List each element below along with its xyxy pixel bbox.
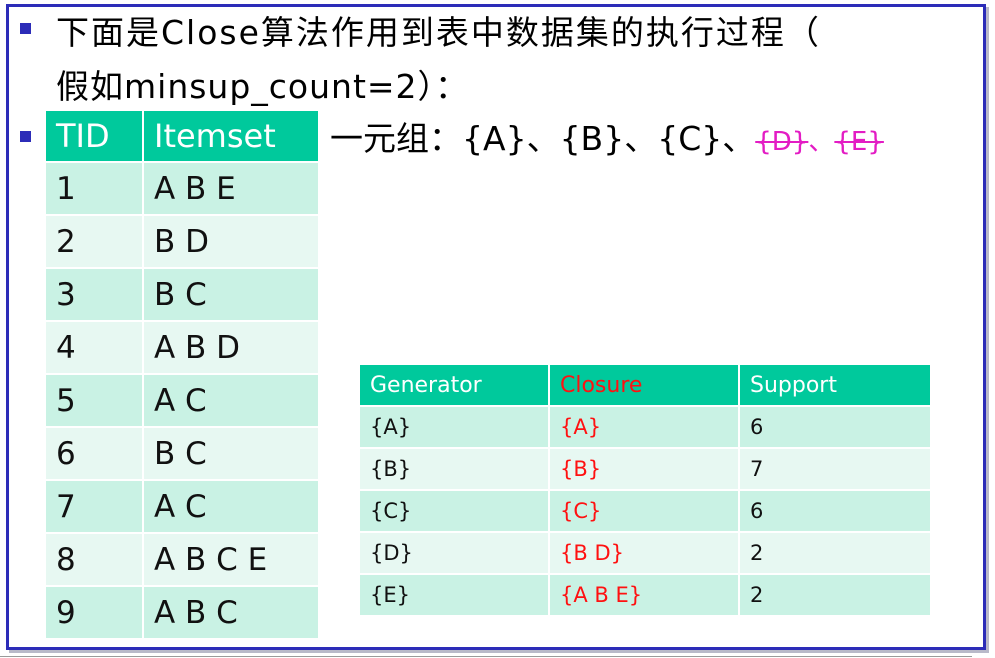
closure-cell: {B D} (550, 531, 740, 573)
heading-line-1: 下面是Close算法作用到表中数据集的执行过程（ (56, 13, 821, 52)
table-row: 2B D (46, 214, 318, 267)
table-row: {E} {A B E} 2 (360, 573, 930, 615)
table-row: {A} {A} 6 (360, 405, 930, 447)
table-row: 4A B D (46, 320, 318, 373)
closure-header: Closure (550, 365, 740, 405)
itemset-cell: A C (144, 373, 318, 426)
support-header: Support (740, 365, 930, 405)
one-tuple-line: 一元组：{A}、{B}、{C}、{D}、{E} (330, 112, 884, 160)
table-row: 8A B C E (46, 532, 318, 585)
table-row: 1A B E (46, 161, 318, 214)
closure-cell: {C} (550, 489, 740, 531)
support-cell: 7 (740, 447, 930, 489)
closure-cell: {A} (550, 405, 740, 447)
pruned-itemset-e: {E} (834, 127, 884, 157)
generator-cell: {A} (360, 405, 550, 447)
table-row: 9A B C (46, 585, 318, 638)
transaction-table: TID Itemset 1A B E2B D3B C4A B D5A C6B C… (46, 111, 318, 638)
generator-cell: {C} (360, 489, 550, 531)
support-cell: 6 (740, 405, 930, 447)
table-row: {C} {C} 6 (360, 489, 930, 531)
pruned-itemset-d: {D} (755, 127, 809, 157)
generator-cell: {B} (360, 447, 550, 489)
support-cell: 6 (740, 489, 930, 531)
tid-cell: 8 (46, 532, 144, 585)
table-row: {D} {B D} 2 (360, 531, 930, 573)
itemset-cell: B C (144, 267, 318, 320)
itemset-cell: A B C E (144, 532, 318, 585)
table-row: {B} {B} 7 (360, 447, 930, 489)
tid-cell: 5 (46, 373, 144, 426)
bullet-icon (20, 23, 31, 34)
generator-cell: {E} (360, 573, 550, 615)
table-row: 6B C (46, 426, 318, 479)
itemset-cell: A B E (144, 161, 318, 214)
tid-cell: 3 (46, 267, 144, 320)
itemset-cell: B C (144, 426, 318, 479)
support-cell: 2 (740, 531, 930, 573)
table-row: 7A C (46, 479, 318, 532)
generator-closure-table: Generator Closure Support {A} {A} 6 {B} {B} 7… (360, 365, 930, 615)
table-row: 3B C (46, 267, 318, 320)
tid-header: TID (46, 111, 144, 161)
itemset-cell: A C (144, 479, 318, 532)
tid-cell: 2 (46, 214, 144, 267)
one-tuple-label: 一元组：{A}、{B}、{C}、 (330, 119, 756, 158)
itemset-cell: A B C (144, 585, 318, 638)
heading-line-2: 假如minsup_count=2）： (56, 67, 470, 106)
itemset-cell: B D (144, 214, 318, 267)
support-cell: 2 (740, 573, 930, 615)
tid-cell: 6 (46, 426, 144, 479)
tid-cell: 9 (46, 585, 144, 638)
table-row: 5A C (46, 373, 318, 426)
generator-cell: {D} (360, 531, 550, 573)
closure-cell: {B} (550, 447, 740, 489)
tid-cell: 4 (46, 320, 144, 373)
tid-cell: 7 (46, 479, 144, 532)
generator-header: Generator (360, 365, 550, 405)
itemset-cell: A B D (144, 320, 318, 373)
bottom-divider (0, 656, 972, 657)
bullet-icon (20, 131, 31, 142)
itemset-header: Itemset (144, 111, 318, 161)
closure-cell: {A B E} (550, 573, 740, 615)
separator: 、 (808, 127, 835, 157)
tid-cell: 1 (46, 161, 144, 214)
